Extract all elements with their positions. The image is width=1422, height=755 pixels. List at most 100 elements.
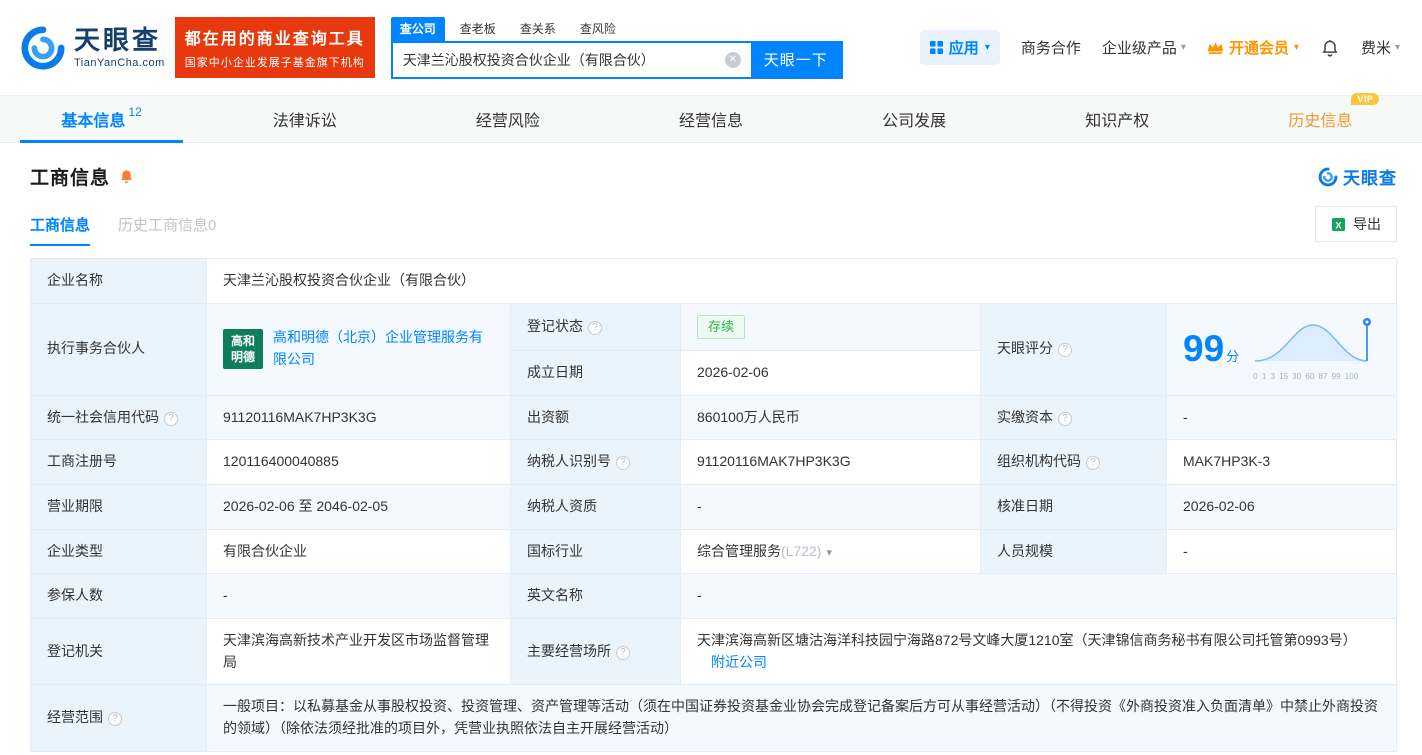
header-right: 应用 ▾ 商务合作 企业级产品 ▾ 开通会员 ▾ 费米 ▾ [919,30,1400,65]
tianyancha-logo-icon [1318,167,1338,186]
tab-basic-info[interactable]: 基本信息 12 [0,96,203,143]
value-premises: 天津滨海高新区塘沽海洋科技园宁海路872号文峰大厦1210室（天津锦信商务秘书有… [680,617,1397,686]
tab-operating-info[interactable]: 经营信息 [609,96,812,142]
table-row: 执行事务合伙人 高和 明德 高和明德（北京）企业管理服务有限公司 登记状态? 存续 [30,302,1397,396]
label-registration-status: 登记状态? [510,302,681,351]
search-button[interactable]: 天眼一下 [750,42,841,77]
value-industry: 综合管理服务(L722) ▾ [680,528,981,575]
tab-history-info-label: 历史信息 [1288,113,1353,130]
excel-icon: X [1331,217,1346,231]
value-registration-authority: 天津滨海高新技术产业开发区市场监督管理局 [206,617,511,686]
label-registration-authority: 登记机关 [30,617,207,686]
tab-intellectual-property[interactable]: 知识产权 [1016,96,1219,142]
help-icon[interactable]: ? [1086,456,1100,471]
search-tabs: 查公司 查老板 查关系 查风险 [390,16,843,41]
vip-badge: VIP [1351,93,1380,105]
score-number: 99 分 [1183,328,1240,370]
value-company-type: 有限合伙企业 [206,528,511,575]
label-staff-size: 人员规模 [980,528,1167,575]
business-cooperation-link[interactable]: 商务合作 [1021,37,1081,58]
search-tab-company[interactable]: 查公司 [390,16,445,41]
score-distribution-chart: 0 1 3 15 30 60 87 99 100 [1253,315,1375,383]
value-tianyan-score: 99 分 0 1 3 15 30 60 87 99 100 [1166,302,1397,396]
tab-history-info[interactable]: 历史信息 VIP [1219,93,1422,142]
label-insured-count: 参保人数 [30,573,207,619]
section-head: 工商信息 天眼查 [30,163,1397,190]
value-taxpayer-id: 91120116MAK7HP3K3G [680,439,981,485]
value-taxpayer-qualification: - [680,483,981,530]
subtab-row: 工商信息 历史工商信息0 X 导出 [30,206,1397,246]
label-english-name: 英文名称 [510,573,681,619]
tab-company-development[interactable]: 公司发展 [813,96,1016,142]
label-tianyan-score: 天眼评分? [980,302,1167,396]
chevron-down-icon: ▾ [1180,42,1186,53]
value-org-code: MAK7HP3K-3 [1166,439,1397,485]
search-input[interactable] [392,51,725,68]
help-icon[interactable]: ? [1058,343,1072,358]
watermark-text: 天眼查 [1343,169,1397,188]
table-row: 企业类型 有限合伙企业 国标行业 综合管理服务(L722) ▾ 人员规模 - [30,528,1397,575]
label-taxpayer-id: 纳税人识别号? [510,439,681,485]
cooperation-label: 商务合作 [1020,40,1081,57]
svg-text:X: X [1335,220,1342,230]
slogan-banner: 都在用的商业查询工具 国家中小企业发展子基金旗下机构 [174,17,375,78]
tab-legal-litigation[interactable]: 法律诉讼 [203,96,406,142]
search-tab-risk[interactable]: 查风险 [571,17,625,41]
value-business-scope: 一般项目：以私募基金从事股权投资、投资管理、资产管理等活动（须在中国证券投资基金… [206,684,1397,752]
value-company-name: 天津兰沁股权投资合伙企业（有限合伙） [206,258,1397,304]
chevron-down-icon: ▾ [1394,42,1400,53]
enterprise-products-menu[interactable]: 企业级产品 ▾ [1102,37,1186,58]
help-icon[interactable]: ? [616,456,630,471]
label-taxpayer-qualification: 纳税人资质 [510,483,681,530]
tianyancha-logo[interactable]: 天眼查 TianYanCha.com [20,25,165,71]
status-badge: 存续 [697,314,746,339]
label-approval-date: 核准日期 [980,483,1167,530]
enterprise-label: 企业级产品 [1101,40,1177,57]
help-icon[interactable]: ? [108,712,122,727]
tab-operating-risk[interactable]: 经营风险 [406,96,609,142]
tianyancha-logo-icon [21,25,65,70]
help-icon[interactable]: ? [616,645,630,660]
subtab-history-business-info[interactable]: 历史工商信息0 [118,214,216,246]
apps-menu[interactable]: 应用 ▾ [919,30,1000,65]
value-credit-code: 91120116MAK7HP3K3G [206,394,511,441]
username: 费米 [1360,40,1391,57]
label-executive-partner: 执行事务合伙人 [30,302,207,396]
search-tab-relation[interactable]: 查关系 [511,17,565,41]
label-registration-number: 工商注册号 [30,439,207,485]
export-label: 导出 [1353,216,1381,232]
label-paid-capital: 实缴资本? [980,394,1167,441]
help-icon[interactable]: ? [164,411,178,426]
search-tab-boss[interactable]: 查老板 [451,17,505,41]
value-establish-date: 2026-02-06 [680,349,981,396]
section-title: 工商信息 [30,168,111,189]
slogan-line1: 都在用的商业查询工具 [184,31,365,48]
top-header: 天眼查 TianYanCha.com 都在用的商业查询工具 国家中小企业发展子基… [0,0,1422,95]
table-row: 工商注册号 120116400040885 纳税人识别号? 91120116MA… [30,439,1397,485]
table-row: 统一社会信用代码? 91120116MAK7HP3K3G 出资额 860100万… [30,394,1397,441]
value-registration-status: 存续 [680,302,981,351]
slogan-line2: 国家中小企业发展子基金旗下机构 [184,57,365,69]
subtab-business-info[interactable]: 工商信息 [30,214,91,246]
apps-label: 应用 [948,40,979,57]
value-registration-number: 120116400040885 [206,439,511,485]
chevron-down-icon: ▾ [984,42,990,53]
label-business-term: 营业期限 [30,483,207,530]
nearby-companies-link[interactable]: 附近公司 [711,654,767,670]
partner-company-link[interactable]: 高和明德（北京）企业管理服务有限公司 [273,327,494,370]
grid-icon [929,41,943,54]
export-button[interactable]: X 导出 [1315,206,1397,242]
partner-logo: 高和 明德 [223,329,263,370]
value-executive-partner: 高和 明德 高和明德（北京）企业管理服务有限公司 [206,302,511,396]
notification-bell-icon[interactable] [1320,38,1340,58]
chevron-down-icon[interactable]: ▾ [826,547,832,559]
subscribe-bell-icon[interactable] [118,168,135,185]
clear-icon[interactable]: ✕ [724,51,741,68]
value-english-name: - [680,573,1397,619]
help-icon[interactable]: ? [1058,411,1072,426]
table-row: 经营范围? 一般项目：以私募基金从事股权投资、投资管理、资产管理等活动（须在中国… [30,684,1397,752]
help-icon[interactable]: ? [588,320,602,335]
user-menu[interactable]: 费米 ▾ [1361,37,1400,58]
logo-domain: TianYanCha.com [74,56,165,69]
vip-upgrade-link[interactable]: 开通会员 ▾ [1207,37,1299,58]
